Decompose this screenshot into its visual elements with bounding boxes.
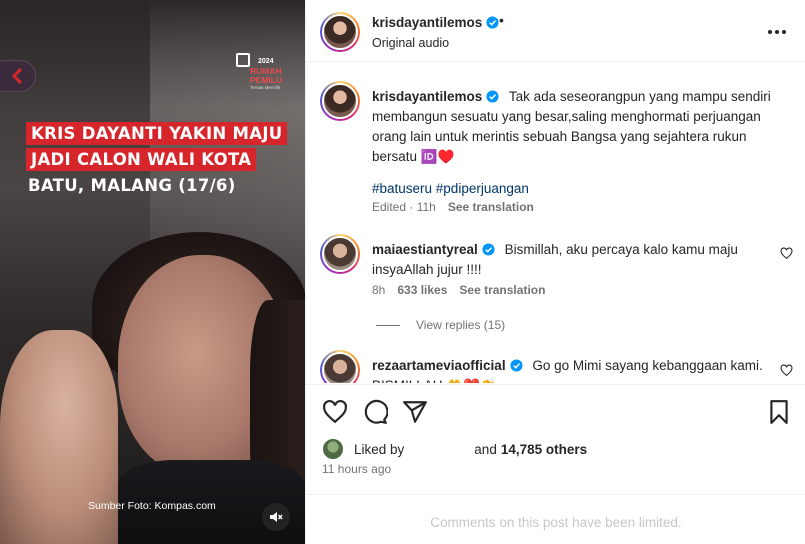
house-icon	[236, 53, 250, 67]
comment-likes[interactable]: 633 likes	[397, 283, 447, 297]
comment-icon[interactable]	[362, 399, 388, 425]
caption-avatar[interactable]	[320, 81, 360, 121]
others-count[interactable]: 14,785 others	[501, 442, 587, 457]
more-options-button[interactable]	[768, 22, 788, 42]
verified-badge-icon	[482, 243, 495, 256]
comments-list[interactable]: krisdayantilemos Tak ada seseorangpun ya…	[306, 63, 805, 383]
author-avatar[interactable]	[320, 12, 360, 52]
badge-year: 2024	[258, 58, 274, 65]
headline: KRIS DAYANTI YAKIN MAJU JADI CALON WALI …	[26, 122, 296, 200]
hashtags[interactable]: #batuseru #pdiperjuangan	[372, 179, 772, 199]
comment-text: rezaartameviaofficial Go go Mimi sayang …	[372, 356, 772, 383]
rumah-pemilu-logo: 2024 RUMAH PEMILU Teman Memilih	[232, 49, 302, 93]
separator-dot: •	[499, 12, 504, 28]
action-bar	[306, 384, 805, 436]
see-translation-link[interactable]: See translation	[448, 200, 534, 214]
replies-divider	[376, 324, 400, 326]
caption-text: krisdayantilemos Tak ada seseorangpun ya…	[372, 87, 772, 199]
back-button[interactable]	[0, 60, 36, 92]
caption-username[interactable]: krisdayantilemos	[372, 89, 499, 104]
commenter-username[interactable]: maiaestiantyreal	[372, 242, 495, 257]
more-dots-icon	[768, 30, 772, 34]
comment-meta: 8h 633 likes See translation	[372, 283, 545, 297]
badge-subtitle: Teman Memilih	[250, 85, 281, 90]
comment-like-heart-icon[interactable]	[780, 364, 793, 377]
mute-button[interactable]	[262, 503, 290, 531]
original-audio-link[interactable]: Original audio	[372, 36, 449, 50]
commenter-avatar[interactable]	[320, 350, 360, 383]
source-credit: Sumber Foto: Kompas.com	[88, 500, 216, 512]
chevron-left-icon	[11, 68, 23, 84]
verified-badge-icon	[486, 90, 499, 103]
headline-line-3: BATU, MALANG (17/6)	[28, 176, 236, 195]
comment-like-heart-icon[interactable]	[780, 247, 793, 260]
likes-summary[interactable]: Liked by and 14,785 others	[322, 438, 587, 460]
post-header: krisdayantilemos • Original audio	[306, 0, 805, 62]
liker-avatar[interactable]	[322, 438, 344, 460]
heart-icon[interactable]	[322, 399, 348, 425]
headline-line-2: JADI CALON WALI KOTA	[26, 148, 257, 171]
muted-speaker-icon	[270, 512, 283, 522]
headline-line-1: KRIS DAYANTI YAKIN MAJU	[26, 122, 288, 145]
caption-meta: Edited · 11h See translation	[372, 200, 534, 214]
comment-text: maiaestiantyreal Bismillah, aku percaya …	[372, 240, 772, 280]
comments-limited-notice: Comments on this post have been limited.	[306, 494, 805, 544]
comment-time: 8h	[372, 283, 386, 297]
commenter-username[interactable]: rezaartameviaofficial	[372, 358, 523, 373]
verified-badge-icon	[486, 16, 499, 29]
verified-badge-icon	[510, 359, 523, 372]
view-replies-button[interactable]: View replies (15)	[376, 318, 505, 332]
and-label: and	[474, 441, 497, 457]
author-username[interactable]: krisdayantilemos	[372, 15, 499, 30]
share-icon[interactable]	[402, 399, 428, 425]
liked-by-label: Liked by	[354, 441, 405, 457]
badge-title: RUMAH PEMILU	[250, 66, 283, 85]
post-panel: krisdayantilemos • Original audio krisda…	[305, 0, 805, 544]
see-translation-link[interactable]: See translation	[459, 283, 545, 297]
edited-time: Edited · 11h	[372, 200, 436, 214]
post-media[interactable]: 2024 RUMAH PEMILU Teman Memilih KRIS DAY…	[0, 0, 305, 544]
commenter-avatar[interactable]	[320, 234, 360, 274]
bookmark-icon[interactable]	[766, 399, 792, 425]
post-timestamp: 11 hours ago	[322, 462, 392, 476]
